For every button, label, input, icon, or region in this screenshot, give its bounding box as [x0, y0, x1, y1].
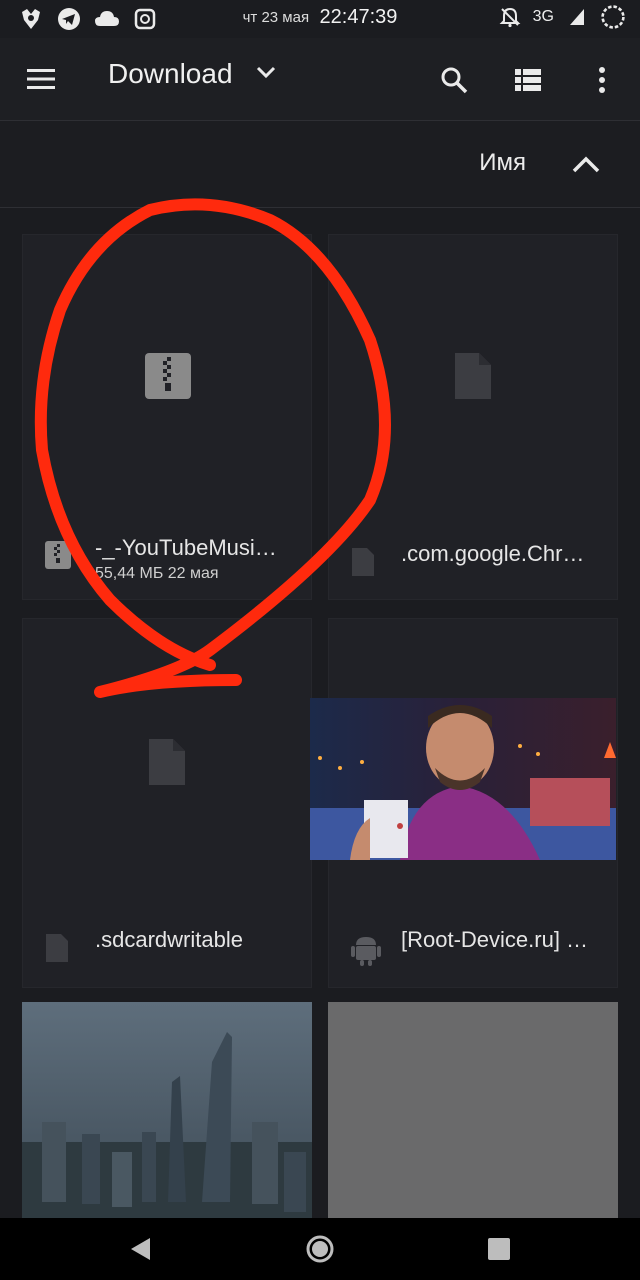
file-card[interactable] [328, 1002, 618, 1232]
list-view-icon[interactable] [508, 60, 548, 100]
home-icon[interactable] [305, 1234, 335, 1264]
file-name: .sdcardwritable [95, 927, 243, 952]
file-meta: -_-YouTubeMusi… 55,44 МБ 22 мая [45, 535, 277, 583]
file-meta: .com.google.Chr… [351, 541, 585, 576]
file-size: 55,44 МБ [95, 565, 164, 582]
file-card[interactable]: .com.google.Chr… [328, 234, 618, 600]
search-icon[interactable] [434, 60, 474, 100]
folder-title-dropdown[interactable]: Download [108, 58, 277, 90]
file-name: [Root-Device.ru] … [401, 927, 589, 952]
file-card[interactable]: -_-YouTubeMusi… 55,44 МБ 22 мая [22, 234, 312, 600]
file-meta: .sdcardwritable [45, 927, 243, 962]
signal-icon [564, 4, 590, 30]
battery-ring-icon [600, 4, 626, 30]
app-bar-actions [434, 60, 622, 100]
file-name: .com.google.Chr… [401, 541, 585, 566]
status-date: чт 23 мая [242, 9, 310, 26]
city-photo-thumbnail [22, 1002, 312, 1218]
status-right-icons: 3G [497, 4, 626, 30]
file-details: 55,44 МБ 22 мая [95, 565, 277, 583]
file-card[interactable]: .sdcardwritable [22, 618, 312, 988]
file-name: -_-YouTubeMusi… [95, 535, 277, 560]
zip-icon [45, 541, 71, 569]
file-icon [147, 737, 187, 792]
video-thumbnail [310, 698, 616, 860]
android-icon [351, 933, 381, 966]
app-bar: Download [0, 38, 640, 120]
sort-by-name-button[interactable]: Имя [479, 149, 526, 177]
chevron-up-icon[interactable] [566, 145, 606, 185]
sort-bar: Имя [0, 120, 640, 208]
back-icon[interactable] [126, 1234, 156, 1264]
file-date: 22 мая [167, 565, 219, 582]
recents-icon[interactable] [484, 1234, 514, 1264]
menu-icon[interactable] [24, 64, 58, 94]
network-type: 3G [532, 8, 554, 25]
gray-placeholder [328, 1002, 618, 1218]
zip-icon [145, 353, 191, 404]
chevron-down-icon [255, 65, 277, 84]
status-bar: чт 23 мая 22:47:39 3G [0, 0, 640, 38]
file-icon [351, 547, 377, 576]
bell-off-icon [497, 4, 523, 30]
file-meta: [Root-Device.ru] … [351, 927, 589, 966]
folder-title: Download [108, 58, 233, 89]
navigation-bar [0, 1218, 640, 1280]
file-card[interactable] [22, 1002, 312, 1232]
file-icon [45, 933, 71, 962]
status-time: 22:47:39 [319, 6, 398, 28]
file-icon [453, 351, 493, 406]
more-vert-icon[interactable] [582, 60, 622, 100]
